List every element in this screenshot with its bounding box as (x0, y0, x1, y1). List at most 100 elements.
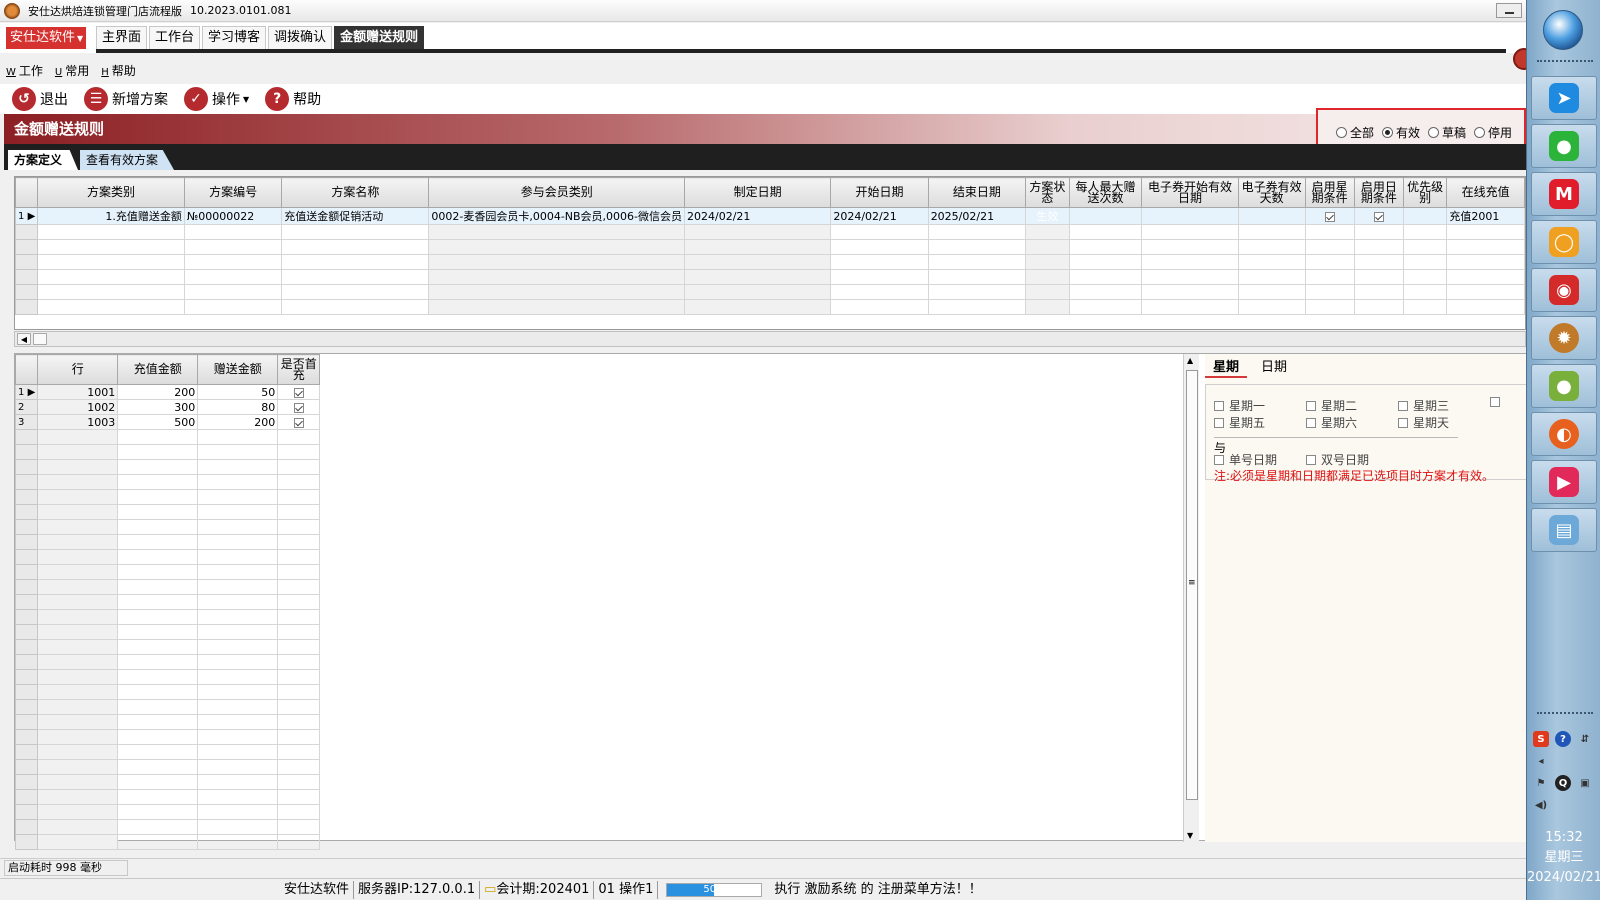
empty-cell[interactable] (37, 284, 185, 300)
empty-cell[interactable] (1353, 254, 1405, 270)
empty-cell[interactable] (197, 699, 279, 715)
empty-cell[interactable] (197, 429, 279, 445)
empty-cell[interactable] (1304, 239, 1355, 255)
empty-cell[interactable] (1402, 269, 1448, 285)
col-header[interactable]: 电子券开始有效日期 (1141, 177, 1239, 208)
cell-line[interactable]: 1001 (37, 384, 119, 400)
empty-row[interactable] (14, 549, 321, 565)
empty-cell[interactable] (117, 699, 199, 715)
cell-amount[interactable]: 300 (117, 399, 199, 415)
empty-cell[interactable] (183, 254, 283, 270)
empty-cell[interactable] (37, 224, 185, 240)
empty-cell[interactable] (117, 834, 199, 850)
empty-cell[interactable] (830, 224, 929, 240)
empty-row[interactable] (15, 239, 1525, 255)
cell-line[interactable]: 1003 (37, 414, 119, 430)
empty-cell[interactable] (37, 834, 119, 850)
empty-cell[interactable] (197, 804, 279, 820)
cell-max-times[interactable] (1068, 207, 1143, 225)
table-row[interactable]: 1 ▶ 1001 200 50 (14, 384, 321, 400)
tab-gift-rules[interactable]: 金额赠送规则 (334, 26, 425, 50)
cell-first[interactable] (277, 399, 321, 415)
empty-cell[interactable] (277, 579, 321, 595)
empty-cell[interactable] (1402, 299, 1448, 315)
empty-cell[interactable] (197, 564, 279, 580)
empty-cell[interactable] (1237, 284, 1306, 300)
empty-cell[interactable] (37, 789, 119, 805)
empty-cell[interactable] (197, 504, 279, 520)
empty-cell[interactable] (197, 654, 279, 670)
empty-cell[interactable] (277, 564, 321, 580)
cell-priority[interactable] (1402, 207, 1448, 225)
empty-cell[interactable] (927, 254, 1027, 270)
table-row[interactable]: 3 1003 500 200 (14, 414, 321, 430)
empty-cell[interactable] (197, 714, 279, 730)
tab-view-valid-plans[interactable]: 查看有效方案 (80, 150, 175, 170)
exit-button[interactable]: ↺ 退出 (12, 87, 68, 111)
tab-blog[interactable]: 学习博客 (202, 26, 267, 50)
media-app-icon[interactable]: ▶ (1531, 460, 1597, 504)
empty-cell[interactable] (37, 549, 119, 565)
tray-expand-icon[interactable]: ⇵ (1577, 731, 1593, 747)
empty-cell[interactable] (37, 669, 119, 685)
empty-cell[interactable] (684, 299, 832, 315)
empty-cell[interactable] (1025, 284, 1070, 300)
empty-cell[interactable] (281, 284, 430, 300)
tab-weekday[interactable]: 星期 (1205, 358, 1248, 378)
checkbox-monday[interactable]: 星期一 (1214, 397, 1265, 414)
col-header[interactable]: 启用日期条件 (1353, 177, 1405, 208)
empty-cell[interactable] (277, 804, 321, 820)
empty-cell[interactable] (277, 834, 321, 850)
empty-cell[interactable] (277, 714, 321, 730)
empty-row[interactable] (14, 564, 321, 580)
empty-cell[interactable] (277, 774, 321, 790)
empty-cell[interactable] (197, 609, 279, 625)
empty-cell[interactable] (37, 654, 119, 670)
empty-cell[interactable] (1141, 269, 1239, 285)
col-header[interactable]: 开始日期 (830, 177, 929, 208)
tab-plan-definition[interactable]: 方案定义 (8, 150, 79, 170)
empty-cell[interactable] (197, 744, 279, 760)
empty-cell[interactable] (37, 744, 119, 760)
network-icon[interactable]: ▣ (1577, 775, 1593, 791)
empty-cell[interactable] (117, 564, 199, 580)
empty-cell[interactable] (37, 804, 119, 820)
empty-cell[interactable] (1446, 299, 1525, 315)
empty-cell[interactable] (428, 299, 686, 315)
cell-first[interactable] (277, 384, 321, 400)
empty-row[interactable] (14, 834, 321, 850)
filter-all[interactable]: 全部 (1336, 124, 1374, 141)
empty-cell[interactable] (1446, 254, 1525, 270)
col-header[interactable]: 方案编号 (183, 177, 283, 208)
empty-cell[interactable] (37, 729, 119, 745)
cell-gift[interactable]: 200 (197, 414, 279, 430)
horizontal-scrollbar[interactable]: ◀ (14, 331, 1526, 347)
empty-cell[interactable] (117, 519, 199, 535)
empty-cell[interactable] (1141, 254, 1239, 270)
volume-icon[interactable]: ◀) (1533, 797, 1549, 813)
empty-row[interactable] (14, 474, 321, 490)
empty-cell[interactable] (183, 299, 283, 315)
empty-cell[interactable] (37, 609, 119, 625)
empty-cell[interactable] (197, 579, 279, 595)
col-header[interactable]: 优先级别 (1402, 177, 1448, 208)
empty-row[interactable] (14, 789, 321, 805)
empty-cell[interactable] (183, 239, 283, 255)
empty-cell[interactable] (281, 299, 430, 315)
checkbox-icon[interactable] (1214, 454, 1224, 465)
empty-cell[interactable] (1446, 269, 1525, 285)
empty-row[interactable] (14, 699, 321, 715)
empty-cell[interactable] (927, 269, 1027, 285)
cell-name[interactable]: 充值送金额促销活动 (281, 207, 430, 225)
empty-cell[interactable] (117, 489, 199, 505)
empty-cell[interactable] (37, 624, 119, 640)
col-header[interactable]: 行 (37, 354, 119, 385)
empty-cell[interactable] (37, 519, 119, 535)
empty-cell[interactable] (37, 819, 119, 835)
checkbox-checked-icon[interactable] (293, 402, 304, 413)
empty-cell[interactable] (1141, 224, 1239, 240)
empty-cell[interactable] (428, 239, 686, 255)
empty-cell[interactable] (1237, 224, 1306, 240)
empty-cell[interactable] (1304, 224, 1355, 240)
table-row[interactable]: 1 ▶ 1.充值赠送金额 №00000022 充值送金额促销活动 0002-麦香… (15, 207, 1525, 225)
